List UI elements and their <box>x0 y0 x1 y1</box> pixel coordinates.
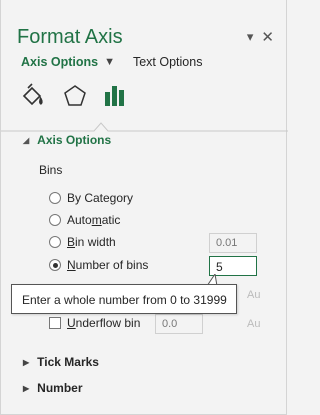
underflow-auto-label: Au <box>247 318 261 330</box>
collapsed-triangle-icon: ▶ <box>23 383 30 393</box>
tooltip: Enter a whole number from 0 to 31999 <box>11 284 237 314</box>
section-tick-marks-label: Tick Marks <box>37 355 99 369</box>
radio-automatic[interactable]: Automatic <box>49 213 120 227</box>
radio-label: Bin width <box>67 235 116 249</box>
overflow-auto-label: Au <box>247 289 261 301</box>
bins-label: Bins <box>39 163 63 177</box>
radio-circle[interactable] <box>49 259 61 271</box>
category-icons <box>17 82 137 116</box>
section-number-label: Number <box>37 381 83 395</box>
radio-label: By Category <box>67 191 134 205</box>
radio-circle[interactable] <box>49 214 61 226</box>
radio-label: Number of bins <box>67 258 149 272</box>
axis-options-chart-icon[interactable] <box>101 82 129 110</box>
underflow-field[interactable]: 0.0 <box>155 314 203 334</box>
radio-circle[interactable] <box>49 192 61 204</box>
section-axis-options[interactable]: ◢ Axis Options <box>23 133 111 147</box>
format-axis-pane: Format Axis ▾ ✕ Axis Options ▼ Text Opti… <box>0 0 288 415</box>
bin-width-field[interactable]: 0.01 <box>209 233 257 253</box>
section-number[interactable]: ▶ Number <box>23 381 83 395</box>
chevron-down-icon[interactable]: ▼ <box>104 56 115 68</box>
number-of-bins-field[interactable]: 5 <box>209 256 257 276</box>
section-tick-marks[interactable]: ▶ Tick Marks <box>23 355 99 369</box>
radio-label: Automatic <box>67 213 121 227</box>
underflow-checkbox[interactable] <box>49 317 61 329</box>
section-axis-options-label: Axis Options <box>37 133 112 147</box>
tab-axis-options[interactable]: Axis Options <box>21 55 98 69</box>
collapsed-triangle-icon: ▶ <box>23 357 30 367</box>
effects-pentagon-icon[interactable] <box>61 82 89 110</box>
radio-by-category[interactable]: By Category <box>49 191 133 205</box>
dropdown-caret-icon[interactable]: ▾ <box>247 29 254 45</box>
tab-divider <box>1 122 288 132</box>
pane-title: Format Axis <box>17 26 123 48</box>
radio-number-of-bins[interactable]: Number of bins <box>49 258 148 272</box>
radio-bin-width[interactable]: Bin width <box>49 235 116 249</box>
options-tabs: Axis Options ▼ Text Options <box>21 55 202 69</box>
tab-text-options[interactable]: Text Options <box>133 55 202 69</box>
radio-circle[interactable] <box>49 236 61 248</box>
checkbox-underflow-bin[interactable]: Underflow bin <box>49 316 140 330</box>
expanded-triangle-icon: ◢ <box>23 135 30 145</box>
pane-title-buttons: ▾ ✕ <box>247 28 274 46</box>
fill-line-icon[interactable] <box>19 82 47 110</box>
close-icon[interactable]: ✕ <box>261 28 274 46</box>
checkbox-label: Underflow bin <box>67 316 141 330</box>
